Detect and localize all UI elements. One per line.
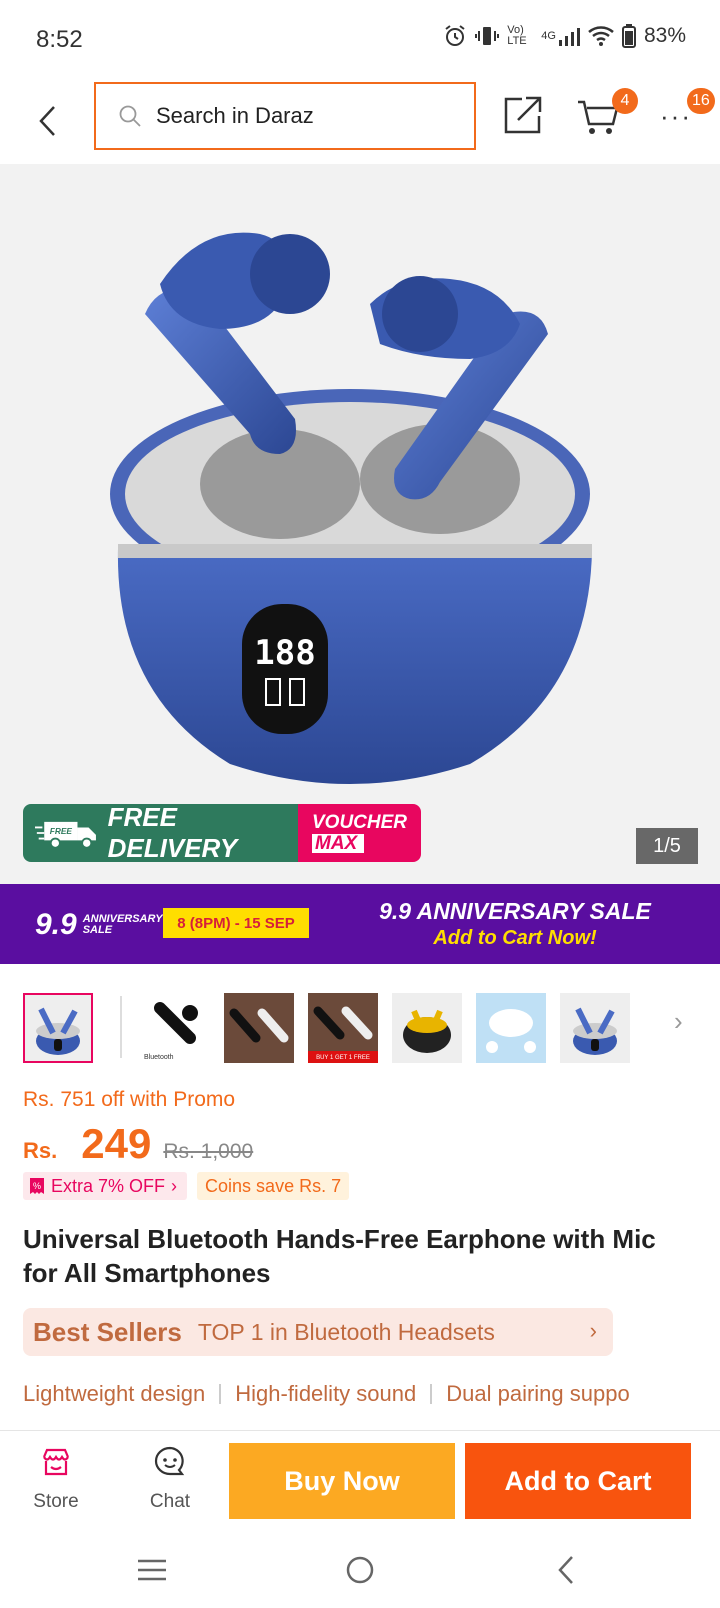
chevron-left-icon [39, 106, 55, 136]
original-price: Rs. 1,000 [163, 1140, 254, 1163]
home-circle-icon [346, 1556, 374, 1584]
product-image-gallery[interactable]: 188 FREE FREE DELIVERY VOUCHER MAX 1/5 [0, 164, 720, 884]
promo-discount-text: Rs. 751 off with Promo [23, 1088, 236, 1111]
system-back-button[interactable] [546, 1550, 586, 1590]
sale-subline: Add to Cart Now! [433, 927, 597, 949]
svg-text:%: % [33, 1181, 41, 1191]
recent-apps-button[interactable] [132, 1550, 172, 1590]
thumbnail-item[interactable] [560, 993, 630, 1063]
battery-icon [621, 24, 636, 48]
voucher-max-badge: VOUCHER MAX [298, 804, 421, 862]
earbuds-product-image: 188 [110, 232, 592, 784]
store-label: Store [33, 1491, 79, 1512]
thumbnail-item[interactable] [23, 993, 93, 1063]
price-row: Rs. 249 Rs. 1,000 [23, 1120, 253, 1168]
signal-icon: 4G [541, 26, 580, 46]
image-counter: 1/5 [636, 828, 698, 864]
status-bar: 8:52 Vo) LTE 4G 83% [0, 0, 720, 80]
extra-off-tag[interactable]: % Extra 7% OFF › [23, 1172, 188, 1200]
sale-headline: 9.9 ANNIVERSARY SALE [379, 898, 651, 924]
cart-count-badge: 4 [612, 88, 638, 114]
delivery-truck-icon: FREE [35, 821, 96, 849]
extra-off-label: Extra 7% OFF [51, 1175, 166, 1196]
add-to-cart-button[interactable]: Add to Cart [465, 1443, 691, 1519]
menu-lines-icon [138, 1559, 166, 1581]
coins-save-tag: Coins save Rs. 7 [197, 1172, 350, 1200]
free-tag: FREE [50, 826, 73, 836]
thumbnail-strip: Bluetooth BUY 1 GET 1 FREE › [0, 988, 720, 1072]
back-chevron-icon [558, 1556, 573, 1584]
feature-item: Dual pairing suppo [446, 1381, 630, 1406]
price-currency: Rs. [23, 1138, 58, 1163]
share-button[interactable] [502, 94, 544, 136]
wifi-icon [588, 25, 614, 47]
buy-now-button[interactable]: Buy Now [229, 1443, 455, 1519]
volte-label: Vo) LTE [507, 24, 527, 47]
thumbnail-item[interactable]: Bluetooth [140, 993, 210, 1063]
status-time: 8:52 [36, 26, 83, 53]
best-sellers-rank: TOP 1 in Bluetooth Headsets [197, 1318, 495, 1345]
svg-text:BUY 1 GET 1 FREE: BUY 1 GET 1 FREE [316, 1055, 370, 1061]
alarm-icon [443, 24, 467, 48]
svg-text:Bluetooth: Bluetooth [144, 1054, 174, 1061]
thumbnail-item[interactable] [476, 993, 546, 1063]
svg-text:188: 188 [254, 633, 315, 673]
thumbnail-next-chevron-icon[interactable]: › [674, 1006, 683, 1037]
chevron-right-icon: › [171, 1175, 178, 1196]
sale-dates: 8 (8PM) - 15 SEP [163, 908, 309, 938]
top-header: Search in Daraz ··· [0, 80, 720, 164]
vibrate-icon [475, 24, 500, 48]
system-navigation-bar [0, 1530, 720, 1608]
sale-logo: 9.9 ANNIVERSARY SALE [35, 908, 163, 942]
home-button[interactable] [340, 1550, 380, 1590]
feature-item: High-fidelity sound [235, 1381, 417, 1406]
thumbnail-item[interactable]: BUY 1 GET 1 FREE [308, 993, 378, 1063]
store-icon [42, 1448, 70, 1476]
price-tags: % Extra 7% OFF › Coins save Rs. 7 [23, 1172, 350, 1200]
best-sellers-logo: Best Sellers [33, 1316, 182, 1347]
chevron-right-icon: › [589, 1318, 597, 1343]
anniversary-sale-banner[interactable]: 9.9 ANNIVERSARY SALE 8 (8PM) - 15 SEP 9.… [0, 884, 720, 964]
free-delivery-badge: FREE FREE DELIVERY VOUCHER MAX [23, 804, 421, 862]
thumbnail-item[interactable] [392, 993, 462, 1063]
search-icon [119, 105, 141, 127]
notification-count-badge: 16 [687, 88, 715, 114]
coupon-icon: % [30, 1178, 44, 1194]
product-title: Universal Bluetooth Hands-Free Earphone … [23, 1224, 656, 1288]
battery-percent: 83% [643, 24, 686, 47]
thumbnail-item[interactable] [224, 993, 294, 1063]
search-input[interactable]: Search in Daraz [94, 82, 476, 150]
feature-item: Lightweight design [23, 1381, 206, 1406]
chat-icon [154, 1446, 185, 1476]
sale-logo-number: 9.9 [35, 908, 77, 941]
network-type: 4G [541, 30, 556, 42]
current-price: 249 [81, 1120, 152, 1167]
best-sellers-row[interactable]: Best Sellers TOP 1 in Bluetooth Headsets… [23, 1308, 613, 1356]
search-placeholder: Search in Daraz [156, 103, 314, 128]
bottom-action-bar: Store Chat Buy Now Add to Cart [0, 1430, 720, 1530]
status-icons: Vo) LTE 4G 83% [443, 24, 686, 48]
chat-label: Chat [149, 1491, 191, 1512]
voucher-max-label: MAX [312, 834, 364, 853]
store-button[interactable]: Store [16, 1445, 96, 1513]
free-delivery-text: FREE DELIVERY [107, 804, 238, 862]
chat-button[interactable]: Chat [130, 1445, 210, 1513]
voucher-label: VOUCHER [312, 812, 408, 833]
share-icon [504, 96, 542, 134]
sale-logo-text: ANNIVERSARY SALE [82, 913, 163, 936]
back-button[interactable] [28, 96, 68, 146]
feature-highlights: Lightweight design High-fidelity sound D… [23, 1376, 720, 1412]
